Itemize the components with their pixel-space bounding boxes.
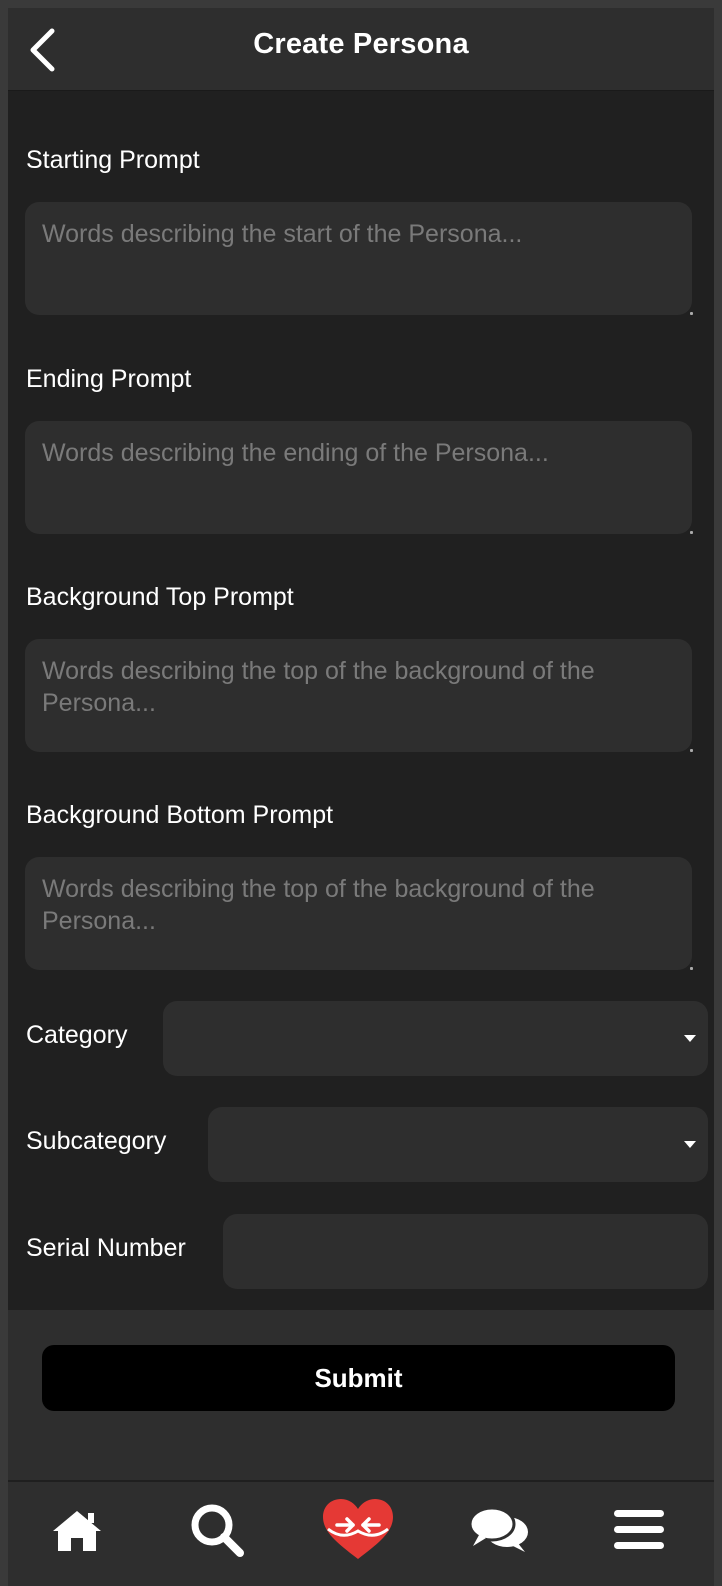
caret-down-icon	[684, 1035, 696, 1042]
serial-number-field[interactable]	[223, 1214, 708, 1289]
category-select[interactable]	[163, 1001, 708, 1076]
home-icon	[53, 1511, 101, 1551]
nav-match[interactable]	[313, 1490, 403, 1570]
header-bar: Create Persona	[8, 8, 714, 91]
nav-search[interactable]	[172, 1490, 262, 1570]
caret-down-icon	[684, 1141, 696, 1148]
background-top-prompt-label: Background Top Prompt	[26, 583, 294, 611]
resize-handle-icon[interactable]	[690, 531, 693, 534]
category-label: Category	[26, 1021, 128, 1049]
search-icon	[191, 1504, 244, 1557]
subcategory-label: Subcategory	[26, 1127, 167, 1155]
resize-handle-icon[interactable]	[690, 967, 693, 970]
nav-menu[interactable]	[594, 1490, 684, 1570]
resize-handle-icon[interactable]	[690, 312, 693, 315]
ending-prompt-field[interactable]	[25, 421, 692, 534]
starting-prompt-field[interactable]	[25, 202, 692, 315]
menu-icon	[614, 1510, 664, 1549]
app-frame: Create Persona Starting Prompt Ending Pr…	[8, 8, 714, 1586]
nav-chats[interactable]	[454, 1490, 544, 1570]
submit-area: Submit	[8, 1310, 714, 1480]
background-top-prompt-field[interactable]	[25, 639, 692, 752]
background-bottom-prompt-label: Background Bottom Prompt	[26, 801, 334, 829]
page-title: Create Persona	[253, 28, 469, 60]
nav-home[interactable]	[32, 1490, 122, 1570]
background-bottom-prompt-field[interactable]	[25, 857, 692, 970]
chat-bubbles-icon	[468, 1506, 528, 1552]
starting-prompt-label: Starting Prompt	[26, 146, 200, 174]
serial-number-label: Serial Number	[26, 1234, 186, 1262]
submit-button[interactable]: Submit	[42, 1345, 675, 1411]
bottom-nav	[8, 1480, 714, 1586]
subcategory-select[interactable]	[208, 1107, 708, 1182]
ending-prompt-label: Ending Prompt	[26, 365, 192, 393]
resize-handle-icon[interactable]	[690, 749, 693, 752]
heart-match-icon	[323, 1499, 393, 1559]
